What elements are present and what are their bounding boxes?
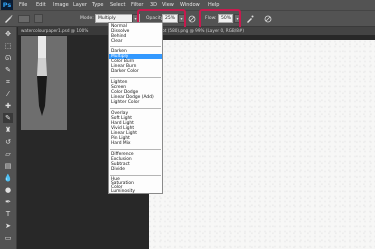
airbrush-icon[interactable] [246,15,254,23]
menu-layer[interactable]: Layer [73,0,87,10]
quick-select-tool-icon[interactable]: ✎ [3,65,13,75]
brush-preset-picker[interactable] [18,15,30,23]
brush-photo-thumbnail [21,36,67,130]
pen-tool-icon[interactable]: ✒ [3,197,13,207]
tab-screenshot[interactable]: Screenshot (580).png @ 99% (Layer 0, RGB… [140,27,375,35]
history-brush-tool-icon[interactable]: ↺ [3,137,13,147]
pressure-size-icon[interactable] [264,15,272,23]
menu-divider [110,46,161,47]
shape-tool-icon[interactable]: ▭ [3,233,13,243]
brush-panel-toggle-icon[interactable] [34,14,43,23]
blend-mode-darker-color[interactable]: Darker Color [109,69,162,74]
tab-label: watercolourpaper1.psd @ 100% [21,28,89,33]
clone-stamp-tool-icon[interactable]: ♜ [3,125,13,135]
crop-tool-icon[interactable]: ⌗ [3,77,13,87]
blend-mode-divide[interactable]: Divide [109,167,162,172]
menu-edit[interactable]: Edit [36,0,46,10]
lasso-tool-icon[interactable]: ᘏ [3,53,13,63]
brush-tool-icon[interactable]: ✎ [3,113,13,123]
healing-brush-tool-icon[interactable]: ✚ [3,101,13,111]
blend-mode-lighter-color[interactable]: Lighter Color [109,100,162,105]
photoshop-logo: Ps [1,0,13,10]
blend-mode-dropdown: Normal Dissolve Behind Clear Darken Mult… [108,22,163,194]
blend-mode-hard-mix[interactable]: Hard Mix [109,141,162,146]
watercolour-paper-canvas[interactable] [149,40,375,249]
menu-type[interactable]: Type [92,0,103,10]
menu-file[interactable]: File [19,0,27,10]
mode-label: Mode: [80,16,94,21]
brush-tool-preset-icon[interactable] [4,14,13,23]
blend-mode-luminosity[interactable]: Luminosity [109,189,162,194]
marquee-tool-icon[interactable]: ⬚ [3,41,13,51]
dodge-tool-icon[interactable]: ● [3,185,13,195]
path-selection-tool-icon[interactable]: ➤ [3,221,13,231]
move-tool-icon[interactable]: ✥ [3,29,13,39]
menu-bar: Ps File Edit Image Layer Type Select Fil… [0,0,375,10]
eyedropper-tool-icon[interactable]: ⁄ [3,89,13,99]
eraser-tool-icon[interactable]: ▱ [3,149,13,159]
gradient-tool-icon[interactable]: ▤ [3,161,13,171]
pressure-opacity-icon[interactable] [188,15,196,23]
menu-image[interactable]: Image [53,0,69,10]
type-tool-icon[interactable]: T [3,209,13,219]
menu-divider [110,175,161,176]
options-bar: Mode: Multiply ▾ Opacity: 25% ▾ Flow: 50… [0,10,375,27]
blur-tool-icon[interactable]: 💧 [3,173,13,183]
menu-select[interactable]: Select [110,0,125,10]
menu-divider [110,108,161,109]
menu-divider [110,77,161,78]
menu-divider [110,149,161,150]
tools-panel: ✥ ⬚ ᘏ ✎ ⌗ ⁄ ✚ ✎ ♜ ↺ ▱ ▤ 💧 ● ✒ T ➤ ▭ [0,27,17,249]
blend-mode-clear[interactable]: Clear [109,39,162,44]
